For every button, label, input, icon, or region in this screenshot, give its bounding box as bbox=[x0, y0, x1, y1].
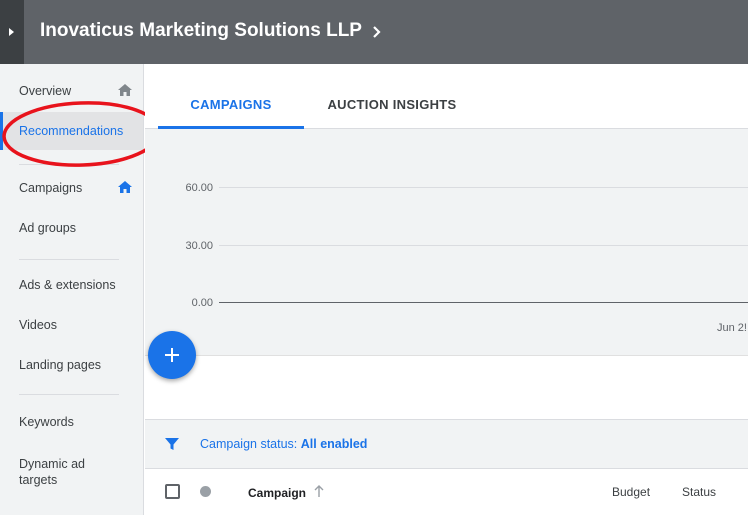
sidebar-divider bbox=[19, 394, 119, 395]
campaign-status-filter[interactable]: Campaign status: All enabled bbox=[200, 437, 367, 451]
table-header: Campaign Budget Status bbox=[145, 469, 748, 515]
sidebar-item-label: Videos bbox=[19, 318, 57, 332]
status-dot-icon bbox=[200, 486, 211, 497]
sidebar-item-recommendations[interactable]: Recommendations bbox=[0, 112, 143, 150]
y-axis-tick: 0.00 bbox=[191, 297, 213, 309]
sidebar-item-label: Ads & extensions bbox=[19, 278, 116, 292]
tab-campaigns[interactable]: CAMPAIGNS bbox=[158, 64, 304, 129]
sidebar-item-videos[interactable]: Videos bbox=[0, 306, 143, 344]
filter-bar: Campaign status: All enabled bbox=[145, 419, 748, 469]
sidebar-item-label: Ad groups bbox=[19, 221, 76, 235]
sidebar-divider bbox=[19, 164, 119, 165]
column-header-budget[interactable]: Budget bbox=[612, 485, 650, 499]
chart-footer bbox=[145, 355, 748, 419]
home-icon bbox=[118, 181, 132, 193]
tab-bar: CAMPAIGNS AUCTION INSIGHTS bbox=[145, 64, 748, 129]
x-axis-tick: Jun 2! bbox=[717, 322, 747, 334]
sidebar-item-ads-extensions[interactable]: Ads & extensions bbox=[0, 266, 143, 304]
chevron-right-icon[interactable] bbox=[370, 24, 384, 40]
expand-sidebar-button[interactable] bbox=[0, 0, 24, 64]
tab-auction-insights[interactable]: AUCTION INSIGHTS bbox=[304, 64, 480, 128]
sidebar-item-keywords[interactable]: Keywords bbox=[0, 403, 143, 441]
gridline bbox=[219, 245, 748, 246]
sidebar-item-label: Dynamic ad targets bbox=[19, 457, 85, 487]
triangle-right-icon bbox=[9, 28, 14, 36]
sidebar-item-label: Overview bbox=[19, 84, 72, 98]
account-header: Inovaticus Marketing Solutions LLP bbox=[0, 0, 748, 64]
tab-label: AUCTION INSIGHTS bbox=[327, 97, 457, 112]
gridline bbox=[219, 187, 748, 188]
filter-value: All enabled bbox=[300, 437, 368, 451]
sidebar-item-landing-pages[interactable]: Landing pages bbox=[0, 346, 143, 384]
sidebar-item-overview[interactable]: Overview bbox=[0, 72, 143, 110]
select-all-checkbox[interactable] bbox=[165, 484, 180, 499]
sidebar-divider bbox=[19, 259, 119, 260]
sidebar: Overview Recommendations Campaigns Ad gr… bbox=[0, 64, 144, 515]
home-icon bbox=[118, 84, 132, 96]
sidebar-item-label: Campaigns bbox=[19, 181, 83, 195]
account-name[interactable]: Inovaticus Marketing Solutions LLP bbox=[40, 20, 362, 42]
column-header-status[interactable]: Status bbox=[682, 485, 716, 499]
filter-prefix: Campaign status: bbox=[200, 437, 301, 451]
baseline bbox=[219, 302, 748, 303]
sidebar-item-label: Recommendations bbox=[19, 124, 124, 138]
sidebar-item-label: Keywords bbox=[19, 415, 74, 429]
add-campaign-button[interactable] bbox=[148, 331, 196, 379]
sidebar-item-campaigns[interactable]: Campaigns bbox=[0, 169, 143, 207]
sort-arrow-up-icon[interactable] bbox=[313, 485, 325, 498]
sidebar-item-ad-groups[interactable]: Ad groups bbox=[0, 209, 143, 247]
column-header-campaign[interactable]: Campaign bbox=[248, 486, 306, 500]
sidebar-item-dynamic-ad-targets[interactable]: Dynamic ad targets bbox=[0, 450, 143, 490]
sidebar-item-label: Landing pages bbox=[19, 358, 102, 372]
y-axis-tick: 30.00 bbox=[185, 240, 213, 252]
filter-icon[interactable] bbox=[164, 436, 180, 452]
performance-chart: 60.00 30.00 0.00 Jun 2! bbox=[145, 129, 748, 355]
y-axis-tick: 60.00 bbox=[185, 182, 213, 194]
tab-label: CAMPAIGNS bbox=[190, 97, 272, 112]
active-indicator bbox=[0, 112, 3, 150]
